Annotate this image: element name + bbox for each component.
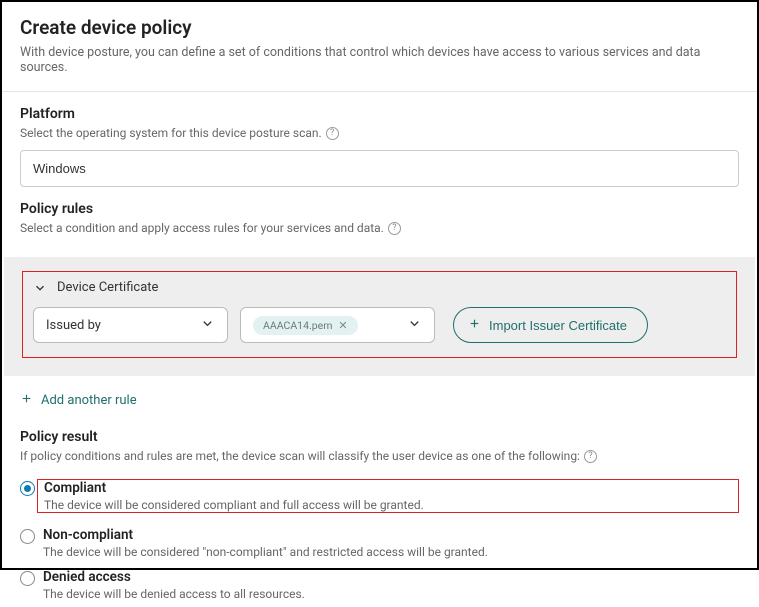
import-label: Import Issuer Certificate — [489, 318, 627, 333]
radio-desc: The device will be denied access to all … — [43, 587, 739, 601]
result-radio-group: Compliant The device will be considered … — [20, 473, 739, 607]
radio-input-noncompliant[interactable] — [20, 529, 35, 544]
policy-result-section: Policy result If policy conditions and r… — [2, 409, 757, 607]
help-icon[interactable]: ? — [584, 450, 597, 463]
rules-desc-text: Select a condition and apply access rule… — [20, 221, 384, 235]
close-icon[interactable]: ✕ — [338, 319, 347, 332]
result-desc-text: If policy conditions and rules are met, … — [20, 449, 580, 463]
page-header: Create device policy With device posture… — [2, 2, 757, 92]
page-title: Create device policy — [20, 16, 739, 39]
policy-rules-section: Policy rules Select a condition and appl… — [2, 187, 757, 257]
platform-select[interactable]: Windows — [20, 150, 739, 187]
radio-input-compliant[interactable] — [20, 481, 35, 496]
highlight-box-rule: Device Certificate Issued by AAACA14.pem… — [22, 271, 737, 358]
radio-compliant[interactable]: Compliant The device will be considered … — [20, 473, 739, 523]
radio-input-denied[interactable] — [20, 571, 35, 586]
plus-icon — [20, 392, 33, 409]
certificate-dropdown[interactable]: AAACA14.pem ✕ — [240, 307, 435, 343]
platform-title: Platform — [20, 106, 739, 122]
rule-header[interactable]: Device Certificate — [33, 280, 726, 295]
radio-label: Denied access — [43, 569, 739, 585]
cert-chip: AAACA14.pem ✕ — [253, 316, 358, 335]
radio-denied[interactable]: Denied access The device will be denied … — [20, 565, 739, 607]
result-description: If policy conditions and rules are met, … — [20, 449, 739, 463]
radio-noncompliant[interactable]: Non-compliant The device will be conside… — [20, 523, 739, 565]
add-rule-button[interactable]: Add another rule — [20, 392, 137, 409]
rules-title: Policy rules — [20, 201, 739, 217]
operator-label: Issued by — [46, 318, 101, 333]
radio-label: Compliant — [44, 480, 732, 496]
cert-chip-label: AAACA14.pem — [263, 319, 332, 332]
chevron-down-icon[interactable] — [33, 281, 47, 295]
plus-icon — [468, 317, 481, 333]
platform-section: Platform Select the operating system for… — [2, 92, 757, 187]
radio-label: Non-compliant — [43, 527, 739, 543]
chevron-down-icon — [407, 316, 422, 335]
rule-row: Issued by AAACA14.pem ✕ Import Issuer C — [33, 307, 726, 343]
platform-desc-text: Select the operating system for this dev… — [20, 126, 322, 140]
add-rule-label: Add another rule — [41, 393, 137, 408]
help-icon[interactable]: ? — [326, 127, 339, 140]
rules-container: Device Certificate Issued by AAACA14.pem… — [4, 257, 755, 376]
page-description: With device posture, you can define a se… — [20, 45, 739, 75]
help-icon[interactable]: ? — [388, 222, 401, 235]
rules-description: Select a condition and apply access rule… — [20, 221, 739, 235]
result-title: Policy result — [20, 429, 739, 445]
operator-dropdown[interactable]: Issued by — [33, 307, 228, 343]
import-issuer-button[interactable]: Import Issuer Certificate — [453, 307, 648, 343]
rule-name: Device Certificate — [57, 280, 158, 295]
highlight-box-compliant: Compliant The device will be considered … — [37, 479, 739, 513]
radio-desc: The device will be considered compliant … — [44, 498, 732, 512]
chevron-down-icon — [200, 316, 215, 335]
radio-desc: The device will be considered "non-compl… — [43, 545, 739, 559]
platform-description: Select the operating system for this dev… — [20, 126, 739, 140]
